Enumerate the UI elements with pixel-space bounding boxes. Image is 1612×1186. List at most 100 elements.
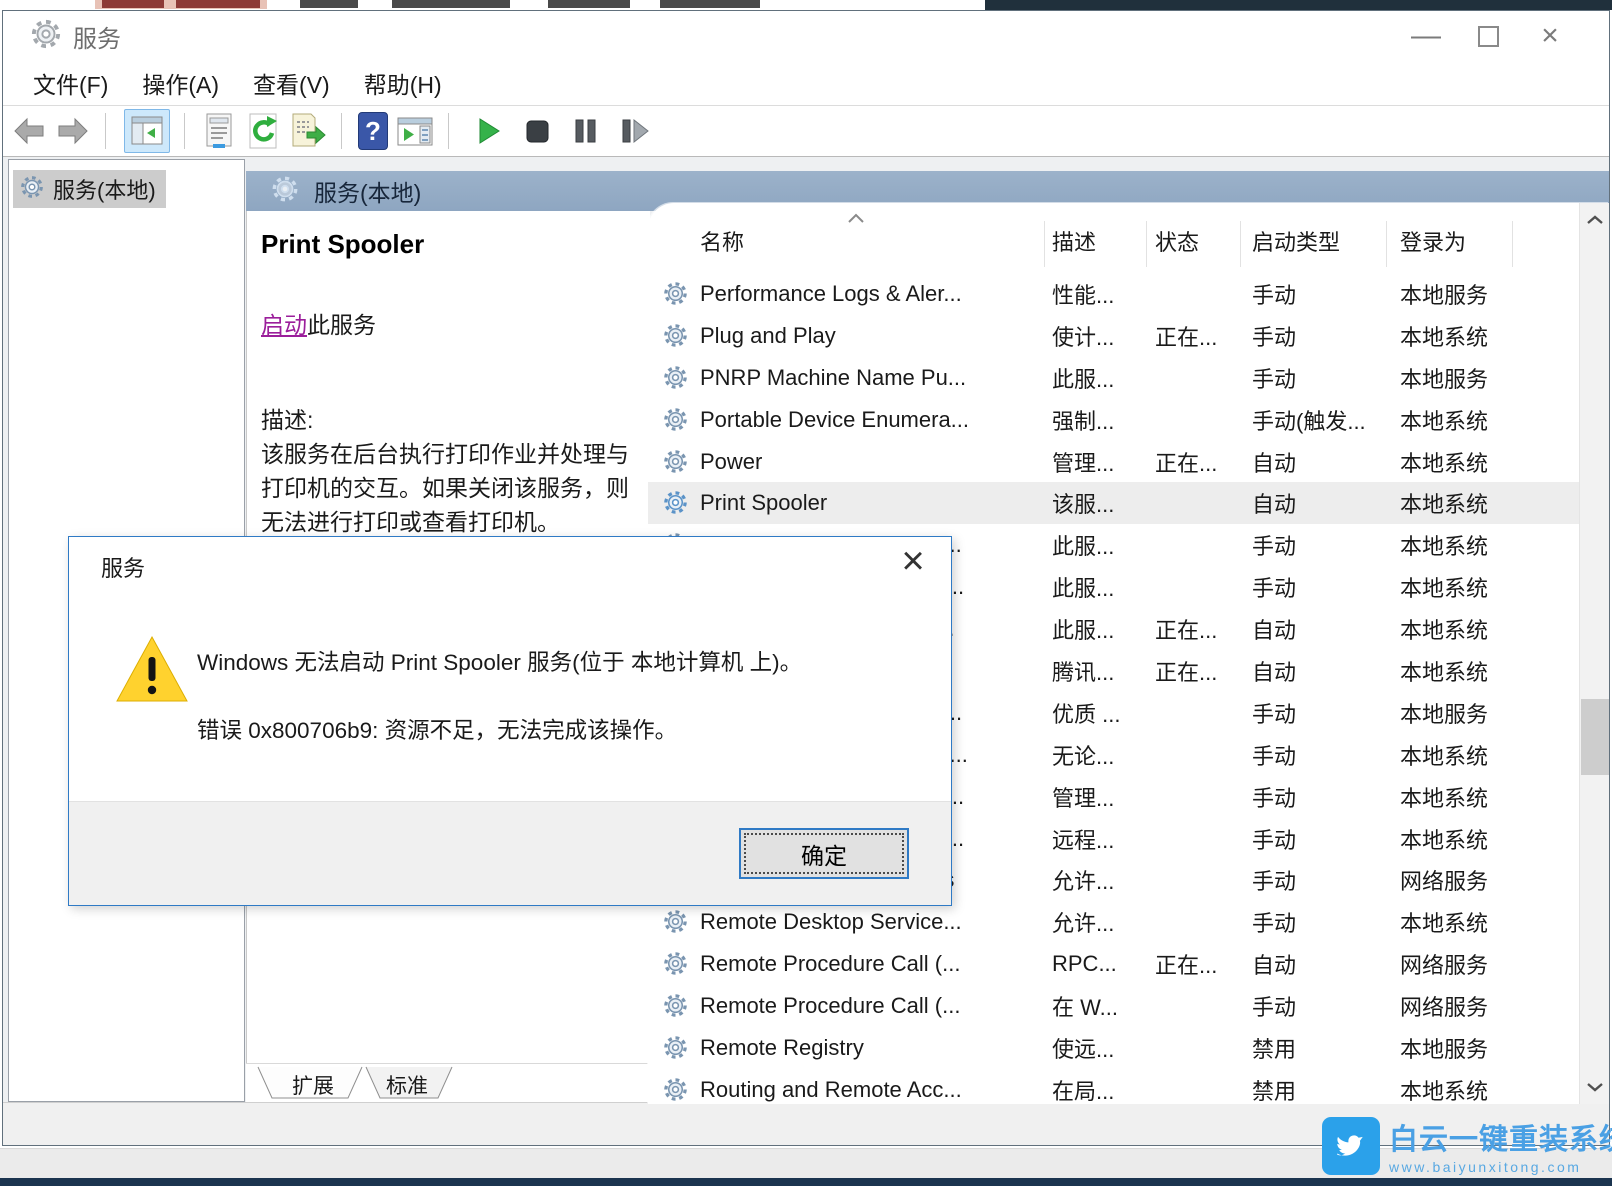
- vertical-scrollbar[interactable]: [1579, 203, 1609, 1104]
- service-status: 正在...: [1155, 948, 1243, 980]
- table-row[interactable]: Remote Procedure Call (... RPC... 正在... …: [648, 943, 1579, 985]
- service-gear-icon: [662, 1076, 690, 1104]
- toolbar-separator: [448, 113, 449, 149]
- table-row[interactable]: Remote Procedure Call (... 在 W... 手动 网络服…: [648, 985, 1579, 1027]
- toolbar-separator: [105, 113, 106, 149]
- dialog-message-line1: Windows 无法启动 Print Spooler 服务(位于 本地计算机 上…: [197, 645, 802, 677]
- menu-file[interactable]: 文件(F): [29, 64, 112, 102]
- show-action-pane-button[interactable]: [396, 109, 434, 153]
- service-startup-type: 手动: [1252, 529, 1390, 561]
- service-gear-icon: [662, 364, 690, 392]
- refresh-button[interactable]: [245, 109, 281, 153]
- extended-view-title: 服务(本地): [314, 174, 421, 208]
- menu-view[interactable]: 查看(V): [249, 64, 334, 102]
- restart-service-button[interactable]: [619, 109, 651, 153]
- help-button[interactable]: ?: [358, 109, 388, 153]
- service-startup-type: 手动: [1252, 990, 1390, 1022]
- service-name: Routing and Remote Acc...: [700, 1077, 1038, 1103]
- service-startup-type: 手动: [1252, 906, 1390, 938]
- table-row[interactable]: Power 管理... 正在... 自动 本地系统: [648, 441, 1579, 483]
- menu-action[interactable]: 操作(A): [138, 64, 223, 102]
- service-startup-type: 禁用: [1252, 1032, 1390, 1064]
- table-row[interactable]: PNRP Machine Name Pu... 此服... 手动 本地服务: [648, 357, 1579, 399]
- background-navy-bar: [0, 1178, 1612, 1186]
- tab-extended[interactable]: 扩展: [292, 1070, 334, 1100]
- service-description: 无论...: [1052, 739, 1144, 771]
- service-description: 性能...: [1052, 278, 1144, 310]
- service-startup-type: 手动: [1252, 697, 1390, 729]
- start-service-button[interactable]: [475, 109, 503, 153]
- service-logon-as: 本地服务: [1400, 697, 1560, 729]
- service-description: 管理...: [1052, 446, 1144, 478]
- service-description: 此服...: [1052, 571, 1144, 603]
- column-header-logon[interactable]: 登录为: [1400, 223, 1466, 263]
- properties-button[interactable]: [201, 109, 237, 153]
- close-button[interactable]: ×: [1519, 14, 1581, 58]
- description-text: 该服务在后台执行打印作业并处理与打印机的交互。如果关闭该服务，则无法进行打印或查…: [261, 437, 641, 539]
- column-header-desc[interactable]: 描述: [1052, 223, 1096, 263]
- scrollbar-thumb[interactable]: [1581, 699, 1609, 775]
- service-gear-icon: [662, 489, 690, 517]
- background-page-text-fragment: [300, 0, 358, 8]
- toolbar-separator: [341, 113, 342, 149]
- forward-button[interactable]: [55, 109, 91, 153]
- table-row[interactable]: Remote Desktop Service... 允许... 手动 本地系统: [648, 901, 1579, 943]
- scroll-up-icon[interactable]: [1580, 205, 1609, 235]
- tree-item-services-local[interactable]: 服务(本地): [13, 170, 166, 208]
- service-startup-type: 手动: [1252, 571, 1390, 603]
- service-startup-type: 手动: [1252, 823, 1390, 855]
- table-row[interactable]: Routing and Remote Acc... 在局... 禁用 本地系统: [648, 1069, 1579, 1104]
- gear-icon: [270, 174, 300, 209]
- description-label: 描述:: [261, 401, 313, 435]
- title-bar: 服务 — ×: [3, 11, 1609, 61]
- show-console-tree-button[interactable]: [124, 109, 170, 153]
- warning-icon: [113, 633, 191, 710]
- service-logon-as: 网络服务: [1400, 864, 1560, 896]
- service-logon-as: 网络服务: [1400, 948, 1560, 980]
- minimize-button[interactable]: —: [1395, 14, 1457, 58]
- service-logon-as: 本地服务: [1400, 1032, 1560, 1064]
- dialog-close-button[interactable]: ×: [891, 539, 935, 583]
- service-startup-type: 手动: [1252, 278, 1390, 310]
- column-header-name[interactable]: 名称: [700, 223, 744, 263]
- list-header: 名称 描述 状态 启动类型 登录为: [648, 223, 1609, 263]
- service-description: 允许...: [1052, 906, 1144, 938]
- export-list-button[interactable]: [289, 109, 327, 153]
- service-startup-type: 自动: [1252, 948, 1390, 980]
- service-gear-icon: [662, 322, 690, 350]
- background-page-dark-bar: [985, 0, 1612, 10]
- service-gear-icon: [662, 950, 690, 978]
- pause-service-button[interactable]: [571, 109, 599, 153]
- column-separator: [1146, 221, 1147, 267]
- service-gear-icon: [662, 448, 690, 476]
- watermark-title: 白云一键重装系统: [1389, 1116, 1612, 1158]
- table-row[interactable]: Portable Device Enumera... 强制... 手动(触发..…: [648, 399, 1579, 441]
- start-service-link[interactable]: 启动: [261, 312, 307, 338]
- tab-standard[interactable]: 标准: [386, 1070, 428, 1100]
- dialog-title: 服务: [101, 551, 145, 583]
- menu-help[interactable]: 帮助(H): [360, 64, 446, 102]
- service-name: Power: [700, 449, 1038, 475]
- background-page-text-fragment: [660, 0, 760, 8]
- table-row[interactable]: Remote Registry 使远... 禁用 本地服务: [648, 1027, 1579, 1069]
- maximize-button[interactable]: [1457, 14, 1519, 58]
- scroll-down-icon[interactable]: [1580, 1072, 1609, 1102]
- back-button[interactable]: [11, 109, 47, 153]
- service-logon-as: 本地系统: [1400, 571, 1560, 603]
- bird-icon: [1322, 1117, 1380, 1175]
- table-row[interactable]: Print Spooler 该服... 自动 本地系统: [648, 482, 1579, 524]
- service-startup-type: 自动: [1252, 655, 1390, 687]
- service-logon-as: 本地系统: [1400, 487, 1560, 519]
- stop-service-button[interactable]: [523, 109, 551, 153]
- column-header-startup[interactable]: 启动类型: [1252, 223, 1340, 263]
- background-page-text-fragment: [176, 0, 260, 8]
- tree-item-label: 服务(本地): [53, 173, 156, 205]
- selected-service-name: Print Spooler: [261, 229, 424, 260]
- service-gear-icon: [662, 992, 690, 1020]
- ok-button[interactable]: 确定: [739, 828, 909, 879]
- service-gear-icon: [662, 1034, 690, 1062]
- table-row[interactable]: Performance Logs & Aler... 性能... 手动 本地服务: [648, 273, 1579, 315]
- table-row[interactable]: Plug and Play 使计... 正在... 手动 本地系统: [648, 315, 1579, 357]
- maximize-icon: [1478, 26, 1499, 47]
- column-header-status[interactable]: 状态: [1155, 223, 1199, 263]
